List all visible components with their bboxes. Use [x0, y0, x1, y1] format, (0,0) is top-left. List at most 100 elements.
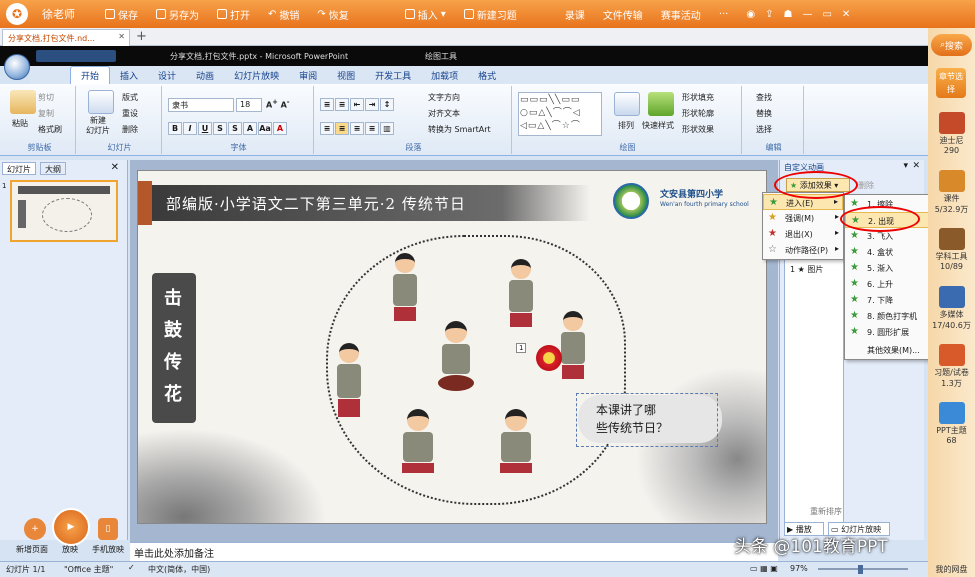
- minimize-icon[interactable]: —: [802, 9, 812, 20]
- sidebar-item-multimedia[interactable]: 多媒体 17/40.6万: [930, 286, 973, 331]
- find-button[interactable]: 查找: [756, 92, 772, 103]
- paste-icon[interactable]: [10, 90, 36, 114]
- new-page-button[interactable]: 新增页面: [16, 544, 48, 555]
- shadow-button[interactable]: S: [228, 122, 242, 135]
- numbering-button[interactable]: ≡: [335, 98, 349, 111]
- tab-animation[interactable]: 动画: [186, 67, 224, 84]
- new-slide-icon[interactable]: [88, 90, 114, 114]
- globe-icon[interactable]: ◉: [746, 9, 755, 20]
- delete-slide-button[interactable]: 删除: [122, 124, 138, 135]
- select-button[interactable]: 选择: [756, 124, 772, 135]
- upload-icon[interactable]: ⇪: [765, 9, 773, 20]
- office-orb-icon[interactable]: [4, 54, 30, 80]
- sidebar-item-subject-tools[interactable]: 学科工具 10/89: [930, 228, 973, 271]
- text-direction-button[interactable]: 文字方向: [428, 92, 460, 103]
- effect-fade[interactable]: ★ 5. 渐入: [845, 260, 935, 276]
- shape-effects-button[interactable]: 形状效果: [682, 124, 714, 135]
- tab-addins[interactable]: 加载项: [421, 67, 468, 84]
- quick-access-toolbar[interactable]: [36, 50, 116, 62]
- tab-home[interactable]: 开始: [70, 66, 111, 84]
- sidebar-item-disney[interactable]: 迪士尼 290: [930, 112, 973, 155]
- font-size-combo[interactable]: 18: [236, 98, 262, 112]
- tab-review[interactable]: 审阅: [289, 67, 327, 84]
- align-right-button[interactable]: ≡: [350, 122, 364, 135]
- chapter-select-button[interactable]: 章节选择: [936, 68, 966, 98]
- record-button[interactable]: 录课: [565, 7, 585, 22]
- cut-button[interactable]: 剪切: [38, 92, 54, 103]
- reset-button[interactable]: 重设: [122, 108, 138, 119]
- close-icon[interactable]: ✕: [842, 9, 850, 20]
- tab-format[interactable]: 格式: [468, 67, 506, 84]
- bullets-button[interactable]: ≡: [320, 98, 334, 111]
- notes-pane[interactable]: 单击此处添加备注: [130, 542, 778, 561]
- contest-button[interactable]: 赛事活动: [661, 7, 701, 22]
- menu-item-motion-path[interactable]: ☆ 动作路径(P) ▸: [763, 242, 843, 258]
- decrease-indent-button[interactable]: ⇤: [350, 98, 364, 111]
- grow-font-button[interactable]: A+ A-: [266, 98, 290, 110]
- animation-list[interactable]: [784, 256, 844, 536]
- effect-circle[interactable]: ★ 9. 圆形扩展: [845, 324, 935, 340]
- new-exercise-button[interactable]: 新建习题: [463, 7, 517, 22]
- maximize-icon[interactable]: ▭: [822, 9, 831, 20]
- shapes-gallery[interactable]: ▭▭▭╲╲▭▭ ○▭△╲⌒⌒◁ ◁▭△╲⌒☆⌒: [518, 92, 602, 136]
- sidebar-item-ppt-theme[interactable]: PPT主题 68: [930, 402, 973, 445]
- animation-list-item[interactable]: 1 ★ 图片: [790, 264, 823, 275]
- copy-button[interactable]: 复制: [38, 108, 54, 119]
- open-button[interactable]: 打开: [217, 7, 250, 22]
- more-effects[interactable]: 其他效果(M)...: [845, 342, 935, 358]
- menu-item-exit[interactable]: ★ 退出(X) ▸: [763, 226, 843, 242]
- zoom-slider[interactable]: [818, 568, 908, 570]
- quick-styles-icon[interactable]: [648, 92, 674, 116]
- effect-box[interactable]: ★ 4. 盒状: [845, 244, 935, 260]
- align-center-button[interactable]: ≡: [335, 122, 349, 135]
- shape-outline-button[interactable]: 形状轮廓: [682, 108, 714, 119]
- play-icon[interactable]: ▶: [52, 508, 90, 546]
- tab-close-icon[interactable]: ✕: [118, 32, 125, 41]
- effect-descend[interactable]: ★ 7. 下降: [845, 292, 935, 308]
- replace-button[interactable]: 替换: [756, 108, 772, 119]
- play-button[interactable]: 放映: [62, 544, 78, 555]
- save-button[interactable]: 保存: [105, 7, 138, 22]
- menu-item-emphasis[interactable]: ★ 强调(M) ▸: [763, 210, 843, 226]
- italic-button[interactable]: I: [183, 122, 197, 135]
- new-slide-button[interactable]: 新建 幻灯片: [86, 116, 110, 136]
- insert-menu[interactable]: 插入 ▾: [404, 7, 446, 22]
- quick-styles-button[interactable]: 快速样式: [642, 120, 674, 131]
- sidebar-item-courseware[interactable]: 课件 5/32.9万: [930, 170, 973, 215]
- line-spacing-button[interactable]: ↕: [380, 98, 394, 111]
- document-tab[interactable]: 分享文档,打包文件.nd... ✕: [2, 29, 130, 46]
- smartart-button[interactable]: 转换为 SmartArt: [428, 124, 491, 135]
- increase-indent-button[interactable]: ⇥: [365, 98, 379, 111]
- animation-tag[interactable]: 1: [516, 343, 527, 353]
- format-painter-button[interactable]: 格式刷: [38, 124, 62, 135]
- paste-button[interactable]: 粘贴: [12, 118, 28, 129]
- view-buttons[interactable]: ▭ ▦ ▣: [750, 564, 778, 573]
- align-text-button[interactable]: 对齐文本: [428, 108, 460, 119]
- phone-play-button[interactable]: 手机放映: [92, 544, 124, 555]
- columns-button[interactable]: ▥: [380, 122, 394, 135]
- bold-button[interactable]: B: [168, 122, 182, 135]
- shape-fill-button[interactable]: 形状填充: [682, 92, 714, 103]
- tab-design[interactable]: 设计: [148, 67, 186, 84]
- font-color-button[interactable]: A: [273, 122, 287, 135]
- strike-button[interactable]: S: [213, 122, 227, 135]
- user-name[interactable]: 徐老师: [42, 6, 75, 22]
- tab-view[interactable]: 视图: [327, 67, 365, 84]
- more-button[interactable]: ···: [719, 9, 729, 20]
- arrange-button[interactable]: 排列: [618, 120, 634, 131]
- skin-icon[interactable]: ☗: [783, 9, 792, 20]
- underline-button[interactable]: U: [198, 122, 212, 135]
- zoom-slider-thumb[interactable]: [858, 565, 863, 574]
- tab-outline[interactable]: 大纲: [40, 162, 66, 175]
- undo-button[interactable]: ↶ 撤销: [268, 7, 299, 22]
- sidebar-item-exercises[interactable]: 习题/试卷 1.3万: [930, 344, 973, 389]
- search-button[interactable]: ⌕ 搜索: [931, 34, 972, 56]
- tab-insert[interactable]: 插入: [110, 67, 148, 84]
- save-as-button[interactable]: 另存为: [156, 7, 199, 22]
- font-combo[interactable]: 隶书: [168, 98, 234, 112]
- pane-menu-icon[interactable]: ▾: [903, 161, 908, 171]
- tab-developer[interactable]: 开发工具: [365, 67, 421, 84]
- remove-effect-button[interactable]: 删除: [858, 180, 874, 191]
- redo-button[interactable]: ↷ 恢复: [317, 7, 348, 22]
- new-page-icon[interactable]: +: [24, 518, 46, 540]
